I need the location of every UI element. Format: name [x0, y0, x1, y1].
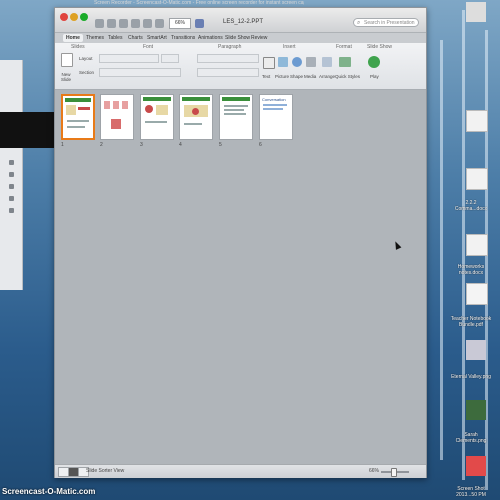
text-button[interactable]: Text	[262, 74, 270, 79]
tab-review[interactable]: Review	[248, 34, 270, 42]
slide-thumbnail[interactable]	[61, 94, 95, 140]
group-label-font: Font	[143, 44, 154, 50]
redo-icon[interactable]	[155, 19, 164, 28]
screenshot-file-icon[interactable]	[466, 456, 486, 476]
tree-decoration	[440, 40, 443, 460]
status-bar: Slide Sorter View 66%	[55, 464, 426, 478]
section-button[interactable]: Section	[79, 70, 94, 75]
slide-number: 5	[219, 142, 222, 148]
desktop-icon-label[interactable]: Sarah Clements.png	[450, 432, 492, 444]
font-format-row[interactable]	[99, 68, 181, 77]
new-slide-icon[interactable]	[61, 53, 73, 67]
desktop-icon-label[interactable]: Screen Shot 2013...50 PM	[450, 486, 492, 498]
slide-thumbnail[interactable]	[100, 94, 134, 140]
slide-thumbnail[interactable]	[140, 94, 174, 140]
tab-transitions[interactable]: Transitions	[168, 34, 198, 42]
tab-smartart[interactable]: SmartArt	[144, 34, 170, 42]
docx-file-icon[interactable]	[466, 234, 488, 256]
search-icon: ⌕	[357, 20, 361, 26]
sidebar-icon[interactable]	[9, 172, 14, 177]
minimize-icon[interactable]	[70, 13, 78, 21]
new-slide-button[interactable]: New Slide	[56, 72, 76, 82]
layout-button[interactable]: Layout	[79, 56, 93, 61]
play-icon[interactable]	[368, 56, 380, 68]
paragraph-list-row[interactable]	[197, 54, 259, 63]
open-icon[interactable]	[107, 19, 116, 28]
screenshot-file-icon[interactable]	[466, 2, 486, 22]
tab-tables[interactable]: Tables	[105, 34, 125, 42]
slide-number: 3	[140, 142, 143, 148]
desktop-icon-label[interactable]: Eternal Valley.png	[450, 374, 492, 380]
ribbon: Slides Font Paragraph Insert Format Slid…	[55, 43, 426, 90]
quick-styles-icon[interactable]	[339, 57, 351, 67]
slide-number: 6	[259, 142, 262, 148]
sidebar-icon[interactable]	[9, 184, 14, 189]
slide-number: 1	[61, 142, 64, 148]
zoom-percent: 66%	[369, 468, 380, 474]
tree-decoration	[462, 10, 465, 480]
group-label-insert: Insert	[283, 44, 296, 50]
search-placeholder: Search in Presentation	[364, 20, 415, 26]
sidebar-icon[interactable]	[9, 208, 14, 213]
font-size-select[interactable]	[161, 54, 179, 63]
zoom-select[interactable]: 66%	[169, 18, 191, 29]
help-icon[interactable]	[195, 19, 204, 28]
black-panel	[0, 112, 55, 148]
desktop-icon-label[interactable]: 2.2.2 Comma...docx	[450, 200, 492, 212]
media-button[interactable]: Media	[304, 74, 316, 79]
pdf-file-icon[interactable]	[466, 283, 488, 305]
slide-number: 2	[100, 142, 103, 148]
sidebar-icon[interactable]	[9, 196, 14, 201]
view-label: Slide Sorter View	[86, 468, 125, 474]
slide-thumbnail[interactable]	[219, 94, 253, 140]
shape-button[interactable]: Shape	[290, 74, 303, 79]
powerpoint-window: 66% LES_12-2.PPT ⌕ Search in Presentatio…	[54, 7, 427, 478]
docx-file-icon[interactable]	[466, 168, 488, 190]
close-icon[interactable]	[60, 13, 68, 21]
zoom-slider-knob[interactable]	[391, 468, 397, 477]
text-box-icon[interactable]	[263, 57, 275, 69]
image-file-icon[interactable]	[466, 340, 486, 360]
tree-decoration	[485, 30, 488, 490]
paragraph-align-row[interactable]	[197, 68, 259, 77]
font-name-select[interactable]	[99, 54, 159, 63]
picture-icon[interactable]	[278, 57, 288, 67]
watermark: Screencast-O-Matic.com	[2, 487, 96, 496]
quick-styles-button[interactable]: Quick Styles	[335, 74, 360, 79]
slide-thumbnail[interactable]: Conversation	[259, 94, 293, 140]
slide-sorter: 1 2 3 4 5 Conversation 6	[55, 90, 426, 464]
search-input[interactable]: ⌕ Search in Presentation	[353, 18, 419, 27]
group-label-slide-show: Slide Show	[367, 44, 393, 50]
sidebar-icon[interactable]	[9, 160, 14, 165]
background-finder-window[interactable]	[0, 60, 55, 290]
slide-thumbnail[interactable]	[179, 94, 213, 140]
maximize-icon[interactable]	[80, 13, 88, 21]
tab-themes[interactable]: Themes	[83, 34, 107, 42]
print-icon[interactable]	[131, 19, 140, 28]
desktop-icon-label[interactable]: Homeworks notes.docx	[450, 264, 492, 276]
group-label-paragraph: Paragraph	[218, 44, 242, 50]
group-label-slides: Slides	[71, 44, 85, 50]
document-title: LES_12-2.PPT	[223, 19, 264, 25]
media-icon[interactable]	[306, 57, 316, 67]
tab-home[interactable]: Home	[63, 34, 83, 42]
play-button[interactable]: Play	[370, 74, 379, 79]
image-file-icon[interactable]	[466, 400, 486, 420]
desktop-icon-label[interactable]: Teacher Notebook Bundle.pdf	[450, 316, 492, 328]
new-icon[interactable]	[95, 19, 104, 28]
arrange-button[interactable]: Arrange	[319, 74, 335, 79]
slide-title-text: Conversation	[262, 97, 286, 102]
group-label-format: Format	[336, 44, 352, 50]
shape-icon[interactable]	[292, 57, 302, 67]
docx-file-icon[interactable]	[466, 110, 488, 132]
undo-icon[interactable]	[143, 19, 152, 28]
picture-button[interactable]: Picture	[275, 74, 289, 79]
title-bar: 66% LES_12-2.PPT ⌕ Search in Presentatio…	[55, 8, 426, 32]
save-icon[interactable]	[119, 19, 128, 28]
tab-charts[interactable]: Charts	[125, 34, 146, 42]
slide-number: 4	[179, 142, 182, 148]
arrange-icon[interactable]	[322, 57, 332, 67]
